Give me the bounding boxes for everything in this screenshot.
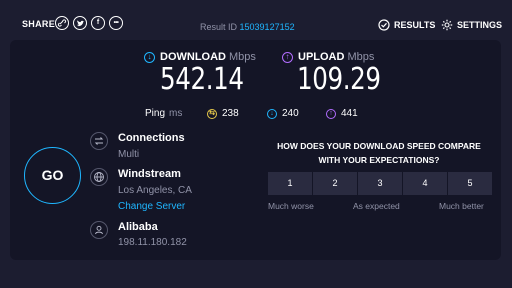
rating-option-5[interactable]: 5 — [448, 172, 492, 195]
rating-option-2[interactable]: 2 — [313, 172, 357, 195]
provider-ip: 198.11.180.182 — [118, 237, 187, 248]
rating-low-label: Much worse — [268, 201, 314, 211]
ping-upload-value: 441 — [341, 108, 358, 119]
idle-latency-icon: ⇆ — [207, 108, 217, 119]
share-label: SHARE — [22, 19, 56, 29]
result-id-label: Result ID — [200, 22, 238, 32]
ping-idle-value: 238 — [222, 108, 239, 119]
twitter-icon[interactable] — [73, 16, 87, 30]
results-nav[interactable]: RESULTS — [378, 19, 435, 31]
rating-high-label: Much better — [439, 201, 484, 211]
gear-icon — [441, 19, 453, 31]
ping-unit: ms — [169, 108, 183, 119]
facebook-icon[interactable]: f — [91, 16, 105, 30]
rating-scale: 1 2 3 4 5 — [268, 172, 493, 195]
server-location: Los Angeles, CA — [118, 185, 192, 196]
download-arrow-icon: ↓ — [144, 51, 155, 63]
provider-name: Alibaba — [118, 221, 158, 233]
upload-arrow-icon: ↑ — [282, 51, 293, 63]
link-icon[interactable] — [55, 16, 69, 30]
ping-download: ↓ 240 — [267, 108, 299, 119]
globe-icon — [90, 168, 108, 186]
connections-icon — [90, 132, 108, 150]
go-button[interactable]: GO — [24, 147, 81, 204]
connections-title: Connections — [118, 132, 185, 144]
survey-question: HOW DOES YOUR DOWNLOAD SPEED COMPARE WIT… — [277, 141, 481, 165]
more-icon[interactable]: ••• — [109, 16, 123, 30]
top-bar: SHARE f ••• Result ID 15039127152 RESULT… — [0, 0, 512, 40]
upload-latency-icon: ↑ — [326, 108, 336, 119]
result-id: Result ID 15039127152 — [200, 22, 295, 32]
upload-speed: 109.29 — [297, 62, 381, 97]
download-latency-icon: ↓ — [267, 108, 277, 119]
ping-label: Ping — [145, 108, 166, 119]
settings-nav[interactable]: SETTINGS — [441, 19, 502, 31]
download-speed: 542.14 — [160, 62, 244, 97]
settings-label: SETTINGS — [457, 20, 503, 30]
ping-label-group: Ping ms — [145, 108, 182, 119]
connections-mode[interactable]: Multi — [118, 149, 139, 160]
ping-download-value: 240 — [282, 108, 299, 119]
rating-option-1[interactable]: 1 — [268, 172, 312, 195]
ping-upload: ↑ 441 — [326, 108, 358, 119]
rating-option-3[interactable]: 3 — [358, 172, 402, 195]
rating-option-4[interactable]: 4 — [403, 172, 447, 195]
ping-idle: ⇆ 238 — [207, 108, 239, 119]
results-label: RESULTS — [394, 20, 436, 30]
user-icon — [90, 221, 108, 239]
change-server-link[interactable]: Change Server — [118, 201, 185, 212]
result-id-link[interactable]: 15039127152 — [240, 22, 295, 32]
rating-mid-label: As expected — [353, 201, 400, 211]
server-name: Windstream — [118, 168, 181, 180]
check-circle-icon — [378, 19, 390, 31]
